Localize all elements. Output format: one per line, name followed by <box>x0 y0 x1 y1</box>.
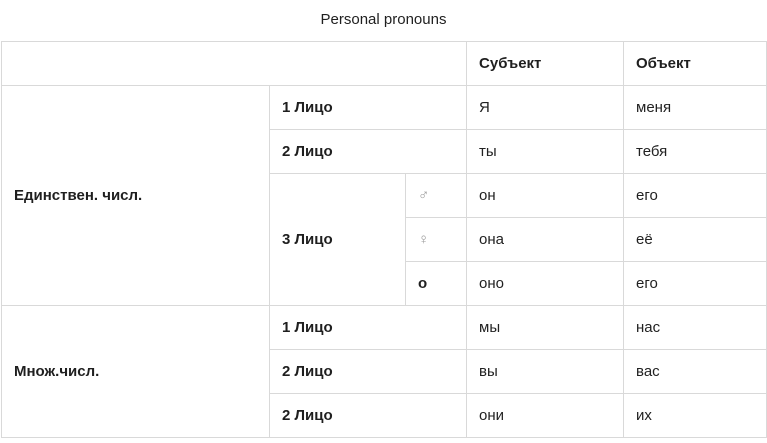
neuter-symbol: o <box>404 261 468 306</box>
table-row: Множ.числ. 1 Лицо мы нас <box>1 305 767 438</box>
male-symbol-icon: ♂ <box>404 173 468 218</box>
object-cell: тебя <box>623 129 767 174</box>
object-cell: вас <box>623 349 767 394</box>
person-label: 2 Лицо <box>268 129 468 174</box>
object-cell: меня <box>623 85 767 130</box>
person-label: 1 Лицо <box>268 305 468 350</box>
person-label: 2 Лицо <box>268 349 468 394</box>
subject-cell: он <box>466 173 625 218</box>
object-cell: его <box>623 261 767 306</box>
female-symbol-icon: ♀ <box>404 217 468 262</box>
person-label: 2 Лицо <box>268 393 468 438</box>
subject-cell: они <box>466 393 625 438</box>
person-label: 3 Лицо <box>269 173 406 306</box>
subject-cell: она <box>466 217 625 262</box>
header-object: Объект <box>623 41 767 86</box>
object-cell: её <box>623 217 767 262</box>
object-cell: их <box>623 393 767 438</box>
pronouns-table: Субъект Объект Единствен. числ. 1 Лицо Я… <box>0 41 767 438</box>
object-cell: нас <box>623 305 767 350</box>
object-cell: его <box>623 173 767 218</box>
subject-cell: мы <box>466 305 625 350</box>
subject-cell: оно <box>466 261 625 306</box>
subject-cell: Я <box>466 85 625 130</box>
header-subject: Субъект <box>466 41 625 86</box>
singular-label: Единствен. числ. <box>1 85 270 306</box>
plural-label: Множ.числ. <box>1 305 270 438</box>
subject-cell: вы <box>466 349 625 394</box>
table-row: Единствен. числ. 1 Лицо Я меня <box>1 85 767 306</box>
subject-cell: ты <box>466 129 625 174</box>
table-caption: Personal pronouns <box>320 11 447 28</box>
person-label: 1 Лицо <box>268 85 468 130</box>
header-row: Субъект Объект <box>0 41 767 86</box>
header-empty-cell <box>0 41 468 86</box>
